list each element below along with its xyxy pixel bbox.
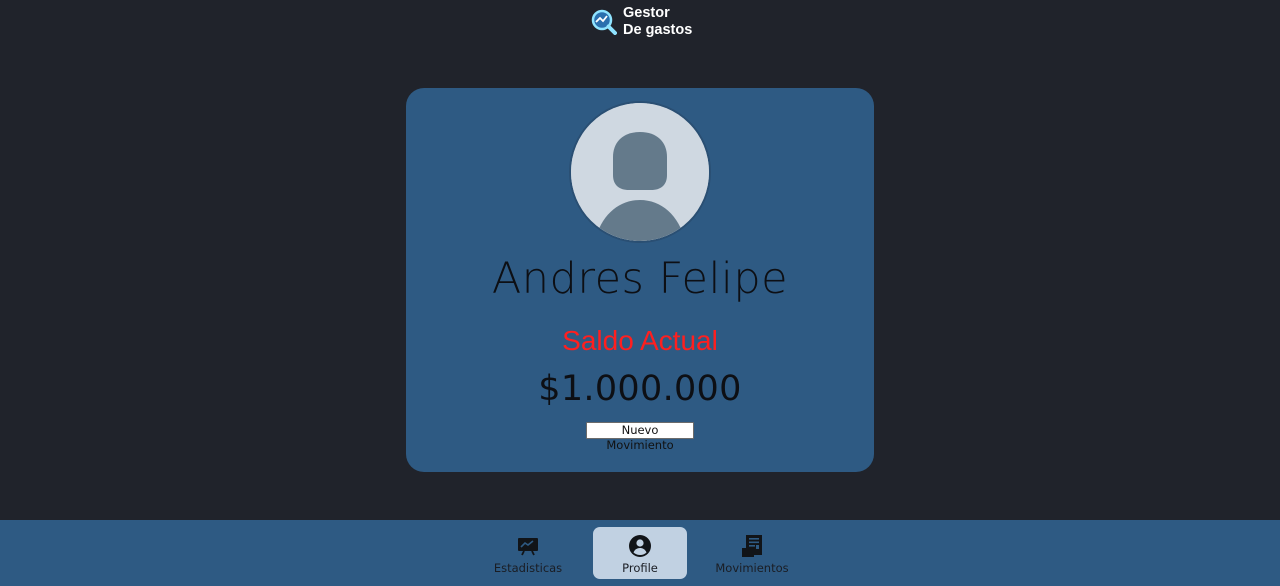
app-title-line2: De gastos (623, 22, 693, 38)
chart-board-icon (518, 538, 538, 556)
nav-item-estadisticas[interactable]: Estadisticas (487, 527, 569, 579)
app-title-line1: Gestor (623, 5, 670, 21)
magnifier-chart-icon (591, 9, 617, 35)
app-page: Gestor De gastos Andres Felipe Saldo Act… (0, 0, 1280, 586)
receipt-icon (742, 535, 762, 557)
app-title: Gestor De gastos (623, 5, 692, 39)
bottom-nav: Estadisticas Profile Movimientos (0, 520, 1280, 586)
avatar (571, 103, 709, 241)
default-user-avatar-icon (571, 103, 709, 241)
nav-label-movimientos: Movimientos (715, 561, 789, 575)
user-circle-icon (629, 535, 651, 557)
profile-card: Andres Felipe Saldo Actual $1.000.000 Nu… (406, 88, 874, 472)
nav-item-profile[interactable]: Profile (593, 527, 687, 579)
nav-label-profile: Profile (622, 561, 658, 575)
balance-value: $1.000.000 (538, 369, 742, 409)
nav-label-estadisticas: Estadisticas (493, 561, 563, 575)
balance-label: Saldo Actual (562, 325, 718, 356)
user-name: Andres Felipe (491, 254, 789, 304)
nav-item-movimientos[interactable]: Movimientos (710, 527, 794, 579)
new-movement-button[interactable]: Nuevo Movimiento (586, 422, 694, 452)
app-logo[interactable]: Gestor De gastos (591, 5, 692, 39)
